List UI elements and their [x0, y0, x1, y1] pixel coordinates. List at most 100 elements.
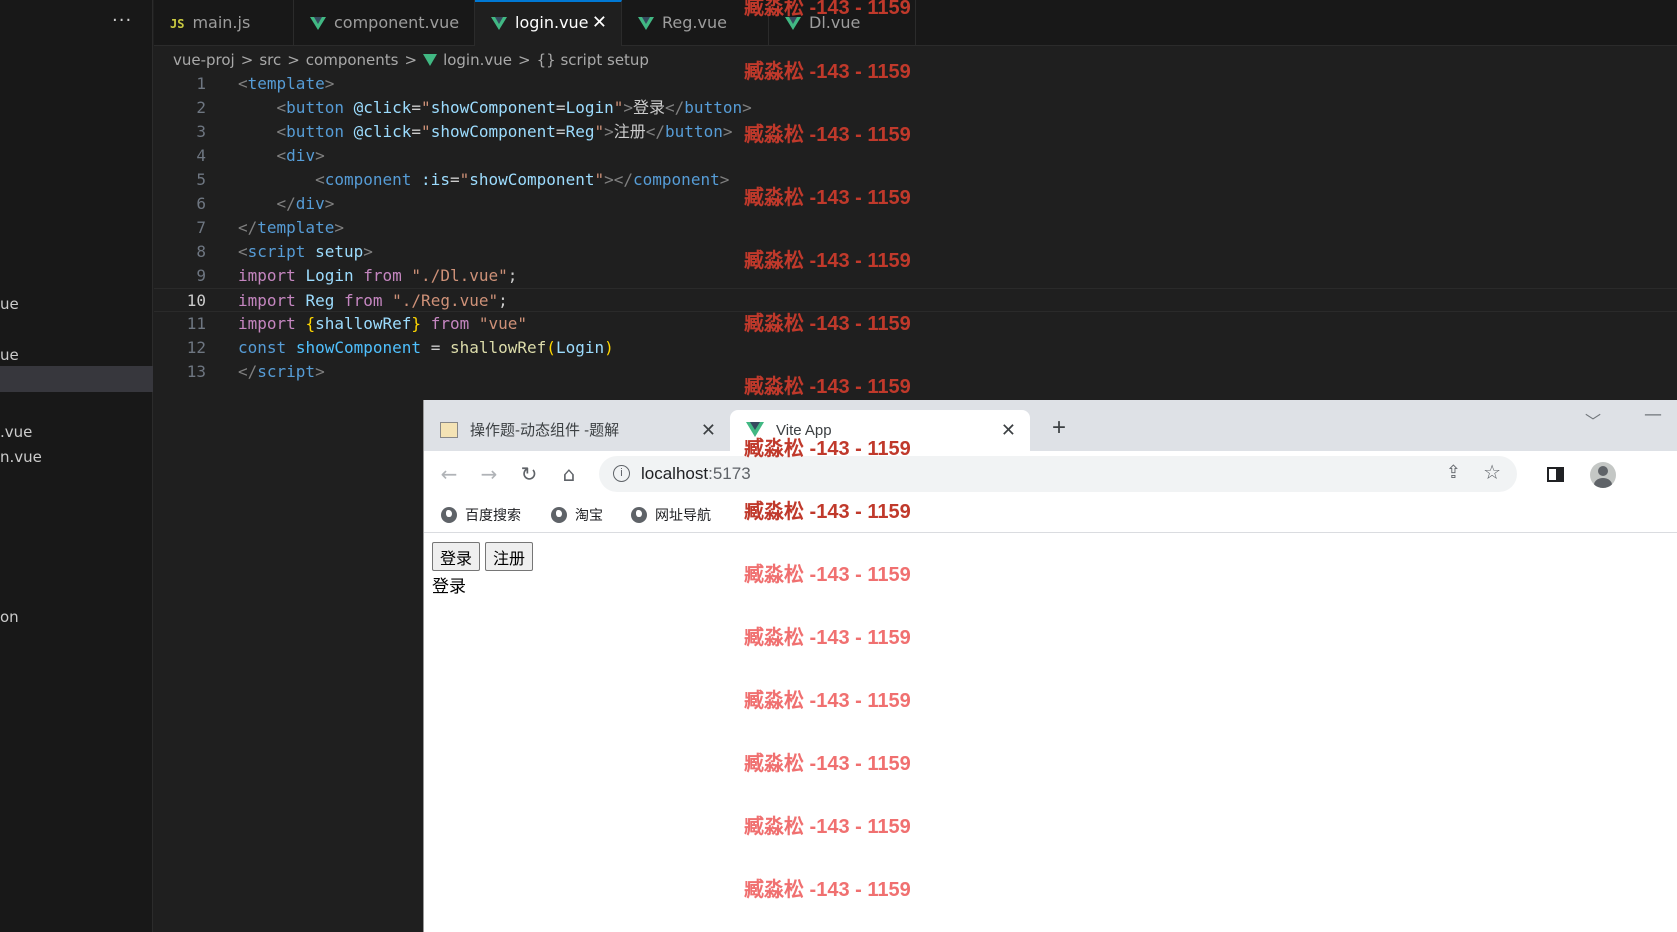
line-number: 2 [196, 98, 206, 117]
watermark: 臧淼松 -143 - 1159 [744, 124, 911, 146]
side-panel-icon[interactable] [1547, 467, 1564, 482]
js-file-icon: JS [170, 17, 185, 31]
bookmarks-bar: 百度搜索 淘宝 网址导航 [424, 497, 1677, 533]
code-text: <script setup> [238, 242, 373, 261]
breadcrumb-file[interactable]: login.vue [443, 51, 512, 69]
code-text: import Login from "./Dl.vue"; [238, 266, 518, 285]
file-item[interactable]: ue [0, 291, 153, 317]
bookmark-item[interactable]: 百度搜索 [441, 503, 521, 527]
tab-search-chevron-icon[interactable]: ﹀ [1585, 408, 1601, 432]
watermark: 臧淼松 -143 - 1159 [744, 816, 911, 838]
tab-label: component.vue [334, 13, 460, 32]
browser-tab-title: 操作题-动态组件 -题解 [470, 422, 620, 439]
code-text: <template> [238, 74, 335, 93]
code-text: <button @click="showComponent=Login">登录<… [276, 98, 752, 117]
file-item[interactable]: .vue [0, 419, 153, 445]
browser-toolbar: ← → ↻ ⌂ i localhost:5173 ⇪ ☆ [424, 451, 1677, 497]
code-line: 1 <template> [154, 72, 1677, 96]
code-text: import {shallowRef} from "vue" [238, 314, 528, 333]
file-item[interactable]: n.vue [0, 444, 153, 470]
chevron-right-icon: > [240, 51, 254, 69]
reload-icon[interactable]: ↻ [514, 459, 544, 489]
line-number: 13 [186, 362, 206, 381]
address-bar[interactable]: i localhost:5173 ⇪ ☆ [599, 456, 1517, 492]
watermark: 臧淼松 -143 - 1159 [744, 564, 911, 586]
tab-component-vue[interactable]: component.vue [294, 0, 475, 46]
code-text: <button @click="showComponent=Reg">注册</b… [276, 122, 733, 141]
watermark: 臧淼松 -143 - 1159 [744, 376, 911, 398]
code-line: 3 <button @click="showComponent=Reg">注册<… [154, 120, 1677, 144]
star-icon[interactable]: ☆ [1483, 460, 1501, 484]
breadcrumb-src[interactable]: src [259, 51, 281, 69]
watermark: 臧淼松 -143 - 1159 [744, 187, 911, 209]
code-line: 7 </template> [154, 216, 1677, 240]
file-item[interactable]: on [0, 604, 153, 630]
line-number: 8 [196, 242, 206, 261]
profile-icon[interactable] [1590, 462, 1616, 488]
tab-login-vue[interactable]: login.vue ✕ [475, 0, 622, 46]
bookmark-item[interactable]: 淘宝 [551, 503, 603, 527]
close-icon[interactable]: ✕ [701, 410, 716, 451]
vue-file-icon [491, 17, 507, 30]
line-number: 9 [196, 266, 206, 285]
breadcrumb-components[interactable]: components [306, 51, 399, 69]
code-editor[interactable]: 1 <template> 2 <button @click="showCompon… [154, 72, 1677, 392]
home-icon[interactable]: ⌂ [554, 459, 584, 489]
explorer-sidebar: ··· ue ue .vue n.vue on [0, 0, 153, 932]
line-number: 7 [196, 218, 206, 237]
code-line: 13 </script> [154, 360, 1677, 384]
close-icon[interactable]: ✕ [1001, 410, 1016, 451]
vue-file-icon [310, 17, 326, 30]
watermark: 臧淼松 -143 - 1159 [744, 753, 911, 775]
chevron-right-icon: > [517, 51, 531, 69]
globe-icon [631, 507, 647, 523]
share-icon[interactable]: ⇪ [1446, 462, 1461, 483]
code-line: 12 const showComponent = shallowRef(Login… [154, 336, 1677, 360]
chevron-right-icon: > [404, 51, 418, 69]
register-button[interactable]: 注册 [485, 542, 534, 571]
breadcrumb-symbol[interactable]: script setup [560, 51, 649, 69]
browser-tab-tijie[interactable]: 操作题-动态组件 -题解 ✕ [424, 410, 730, 451]
breadcrumb-project[interactable]: vue-proj [173, 51, 235, 69]
new-tab-button[interactable]: + [1052, 414, 1066, 442]
watermark: 臧淼松 -143 - 1159 [744, 627, 911, 649]
bookmark-item[interactable]: 网址导航 [631, 503, 711, 527]
watermark: 臧淼松 -143 - 1159 [744, 0, 911, 19]
more-actions-button[interactable]: ··· [112, 10, 132, 31]
arrow-left-icon[interactable]: ← [434, 459, 464, 489]
login-button[interactable]: 登录 [432, 542, 481, 571]
browser-tab-strip: 操作题-动态组件 -题解 ✕ Vite App ✕ + ﹀ — [424, 400, 1677, 451]
file-item[interactable]: ue [0, 342, 153, 368]
code-line: 8 <script setup> [154, 240, 1677, 264]
code-line: 9 import Login from "./Dl.vue"; [154, 264, 1677, 288]
minimize-icon[interactable]: — [1644, 404, 1662, 425]
code-line: 11 import {shallowRef} from "vue" [154, 312, 1677, 336]
watermark: 臧淼松 -143 - 1159 [744, 690, 911, 712]
url-text[interactable]: localhost:5173 [641, 456, 751, 492]
info-icon[interactable]: i [613, 465, 630, 482]
file-item-selected[interactable] [0, 366, 153, 392]
code-line: 6 </div> [154, 192, 1677, 216]
dynamic-component-text: 登录 [432, 577, 466, 597]
line-number: 11 [186, 314, 206, 333]
arrow-right-icon[interactable]: → [474, 459, 504, 489]
code-line: 5 <component :is="showComponent"></compo… [154, 168, 1677, 192]
code-text: import Reg from "./Reg.vue"; [238, 291, 508, 310]
code-line: 2 <button @click="showComponent=Login">登… [154, 96, 1677, 120]
code-line: 4 <div> [154, 144, 1677, 168]
tab-label: Reg.vue [662, 13, 727, 32]
vue-file-icon [638, 17, 654, 30]
line-number: 5 [196, 170, 206, 189]
close-icon[interactable]: ✕ [592, 2, 607, 44]
tab-label: main.js [192, 13, 251, 32]
code-text: <component :is="showComponent"></compone… [315, 170, 730, 189]
code-text: </div> [276, 194, 335, 213]
chevron-right-icon: > [287, 51, 300, 69]
watermark: 臧淼松 -143 - 1159 [744, 438, 911, 460]
tab-label: login.vue [515, 13, 589, 32]
tab-main-js[interactable]: JS main.js [154, 0, 294, 46]
watermark: 臧淼松 -143 - 1159 [744, 879, 911, 901]
globe-icon [441, 507, 457, 523]
code-text: </template> [238, 218, 344, 237]
watermark: 臧淼松 -143 - 1159 [744, 250, 911, 272]
